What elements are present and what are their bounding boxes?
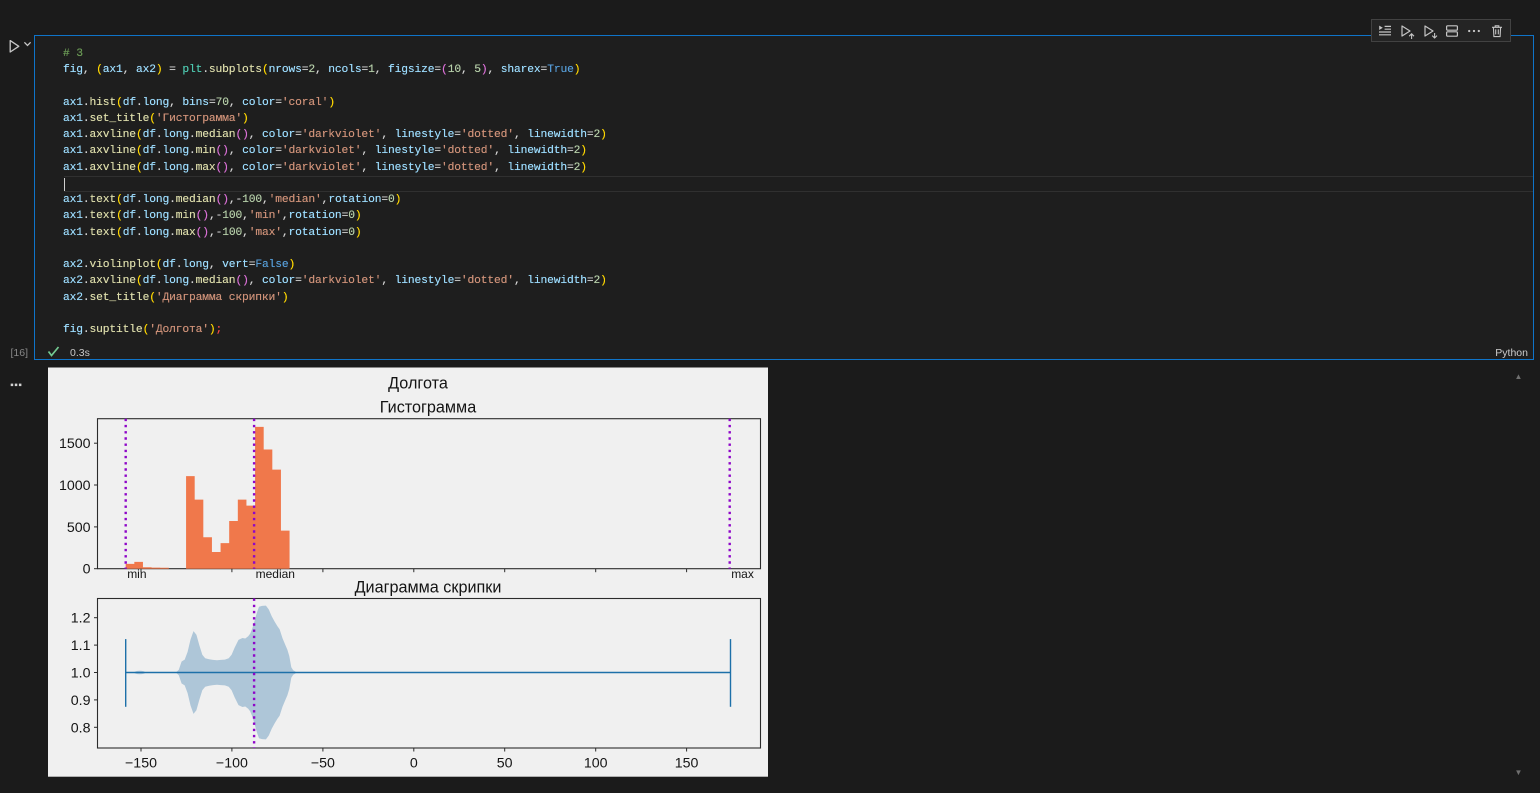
svg-text:150: 150 <box>675 756 699 772</box>
svg-text:50: 50 <box>497 756 513 772</box>
svg-text:max: max <box>731 567 754 581</box>
svg-text:0: 0 <box>410 756 418 772</box>
svg-text:−50: −50 <box>311 756 335 772</box>
svg-text:1.2: 1.2 <box>71 611 91 627</box>
svg-text:Диаграмма скрипки: Диаграмма скрипки <box>355 578 502 596</box>
svg-text:Долгота: Долгота <box>388 375 448 393</box>
svg-text:1000: 1000 <box>59 478 91 494</box>
svg-text:0.9: 0.9 <box>71 693 91 709</box>
svg-text:0.8: 0.8 <box>71 720 91 736</box>
svg-text:100: 100 <box>584 756 608 772</box>
svg-text:0: 0 <box>83 562 91 578</box>
svg-text:500: 500 <box>67 520 91 536</box>
svg-text:−100: −100 <box>216 756 248 772</box>
svg-text:min: min <box>127 567 146 581</box>
svg-text:−150: −150 <box>125 756 157 772</box>
svg-text:1.1: 1.1 <box>71 638 91 654</box>
svg-text:Гистограмма: Гистограмма <box>380 398 476 416</box>
svg-text:median: median <box>256 567 295 581</box>
svg-text:1.0: 1.0 <box>71 666 91 682</box>
svg-text:1500: 1500 <box>59 436 91 452</box>
